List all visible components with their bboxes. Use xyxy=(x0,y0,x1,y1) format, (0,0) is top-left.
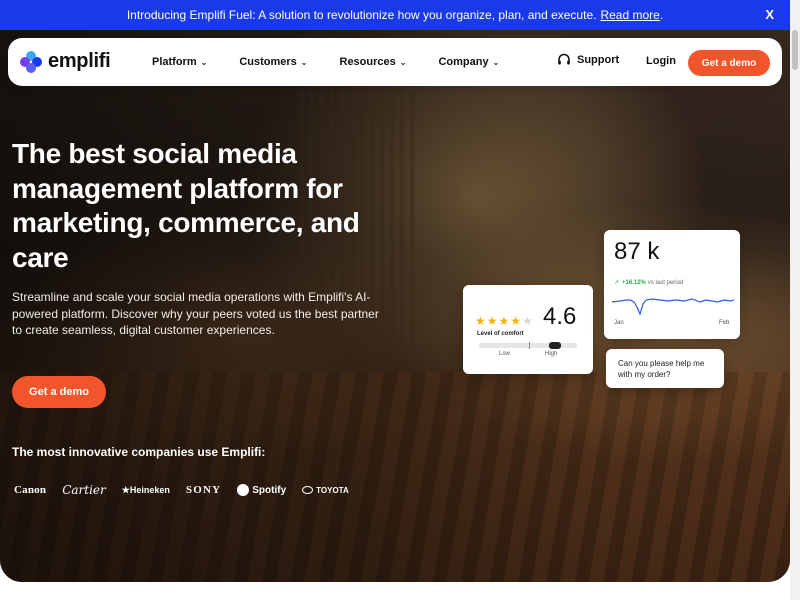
nav-item-company[interactable]: Company ⌄ xyxy=(438,56,499,68)
slider-handle xyxy=(549,342,561,349)
trend-up-icon: ↗ xyxy=(614,280,620,286)
toyota-icon xyxy=(302,486,314,494)
emplifi-logo-icon xyxy=(20,50,42,73)
nav-menu: Platform ⌄ Customers ⌄ Resources ⌄ Compa… xyxy=(152,38,531,86)
cartier-logo: Cartier xyxy=(62,483,106,497)
star-rating: ★ ★ ★ ★ ★ xyxy=(475,314,534,328)
hero-subheadline: Streamline and scale your social media o… xyxy=(12,290,379,337)
nav-item-label: Customers xyxy=(239,56,297,68)
page-scrollbar[interactable] xyxy=(790,0,800,600)
comfort-rating-card: ★ ★ ★ ★ ★ 4.6 Level of comfort Low High xyxy=(463,285,593,374)
chat-message: Can you please help me with my order? xyxy=(618,359,705,379)
sparkline-end-label: Feb xyxy=(719,320,730,326)
chevron-down-icon: ⌄ xyxy=(399,57,407,67)
get-demo-hero-button[interactable]: Get a demo xyxy=(12,376,106,408)
toyota-logo-text: TOYOTA xyxy=(316,485,349,495)
announcement-period: . xyxy=(659,8,664,22)
star-icon: ★ xyxy=(486,314,498,328)
star-icon: ★ xyxy=(522,314,533,328)
toyota-logo: TOYOTA xyxy=(302,486,349,495)
trend-sparkline xyxy=(612,298,734,316)
nav-item-label: Company xyxy=(438,56,489,68)
stat-value: 87 k xyxy=(614,238,660,265)
close-announcement-button[interactable]: X xyxy=(765,7,774,22)
companies-label: The most innovative companies use Emplif… xyxy=(12,445,266,459)
chevron-down-icon: ⌄ xyxy=(200,57,208,67)
slider-midpoint xyxy=(529,342,530,349)
sony-logo: SONY xyxy=(185,484,222,496)
announcement-text: Introducing Emplifi Fuel: A solution to … xyxy=(126,8,597,22)
chevron-down-icon: ⌄ xyxy=(492,57,500,67)
hero-headline: The best social media management platfor… xyxy=(12,138,360,273)
support-link[interactable]: Support xyxy=(557,53,619,67)
spotify-icon xyxy=(237,484,250,496)
nav-item-label: Resources xyxy=(339,56,396,68)
stat-card: 87 k ↗ +16.12% vs last period Jan Feb xyxy=(604,230,740,339)
stat-change-suffix: vs last period xyxy=(647,279,684,286)
main-navigation: emplifi Platform ⌄ Customers ⌄ Resources… xyxy=(8,38,782,86)
sparkline-start-label: Jan xyxy=(614,320,624,326)
heineken-logo-text: Heineken xyxy=(129,484,170,495)
stat-change: ↗ +16.12% vs last period xyxy=(614,279,684,287)
nav-item-resources[interactable]: Resources ⌄ xyxy=(340,56,407,68)
read-more-link[interactable]: Read more xyxy=(600,8,659,22)
announcement-bar: Introducing Emplifi Fuel: A solution to … xyxy=(0,0,790,30)
nav-item-customers[interactable]: Customers ⌄ xyxy=(239,56,307,68)
brand-logo[interactable]: emplifi xyxy=(20,50,111,73)
support-label: Support xyxy=(577,54,620,66)
nav-item-label: Platform xyxy=(152,56,197,68)
slider-low-label: Low xyxy=(499,351,511,357)
customer-logos: Canon Cartier ★Heineken SONY Spotify TOY… xyxy=(14,483,365,497)
headset-icon xyxy=(558,53,570,65)
login-link[interactable]: Login xyxy=(646,55,676,67)
star-icon: ★ xyxy=(475,314,486,328)
canon-logo: Canon xyxy=(14,484,47,496)
spotify-logo-text: Spotify xyxy=(252,484,287,496)
comfort-label: Level of comfort xyxy=(477,331,524,337)
comfort-score: 4.6 xyxy=(543,303,577,330)
star-icon: ★ xyxy=(510,314,522,328)
scrollbar-thumb[interactable] xyxy=(792,30,798,70)
star-icon: ★ xyxy=(498,314,510,328)
heineken-logo: ★Heineken xyxy=(121,484,170,495)
spotify-logo: Spotify xyxy=(237,484,286,496)
comfort-slider xyxy=(479,342,577,349)
slider-high-label: High xyxy=(545,351,558,357)
get-demo-nav-button[interactable]: Get a demo xyxy=(688,50,770,76)
chevron-down-icon: ⌄ xyxy=(300,57,308,67)
nav-item-platform[interactable]: Platform ⌄ xyxy=(152,56,207,68)
brand-name: emplifi xyxy=(48,50,111,72)
stat-change-percent: +16.12% xyxy=(622,279,646,286)
chat-bubble-card: Can you please help me with my order? xyxy=(606,349,724,388)
